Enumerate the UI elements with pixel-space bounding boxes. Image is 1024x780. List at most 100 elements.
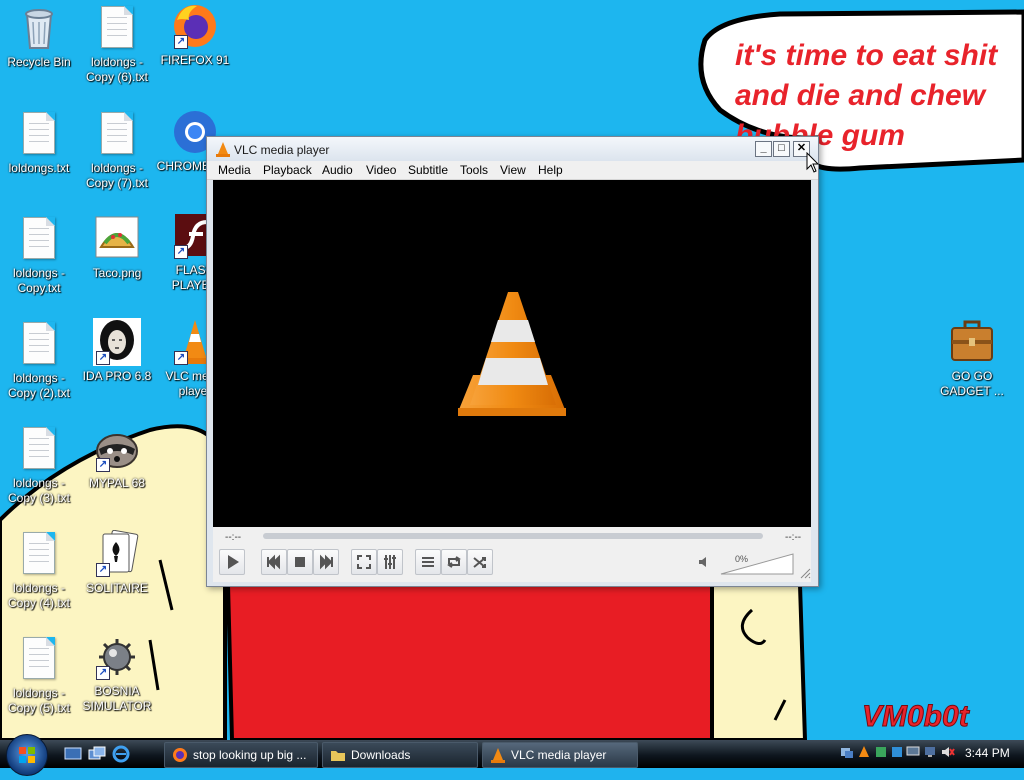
vlc-tray-icon[interactable]: [857, 745, 871, 759]
menu-subtitle[interactable]: Subtitle: [408, 163, 448, 177]
previous-icon: [267, 554, 280, 570]
desktop-icon-loldongs-copy[interactable]: loldongs - Copy.txt: [0, 215, 78, 296]
playback-controls: --:-- --:-- 0%: [213, 527, 811, 582]
equalizer-icon: [384, 555, 396, 569]
shortcut-arrow-icon: ↗: [174, 351, 188, 365]
taskbar-item-downloads[interactable]: Downloads: [322, 742, 478, 768]
desktop-icon-ida-pro[interactable]: ↗ IDA PRO 6.8: [78, 318, 156, 384]
briefcase-icon: [948, 318, 996, 366]
security-tray-icon[interactable]: [874, 745, 888, 759]
resize-grip-icon[interactable]: [799, 567, 811, 579]
shortcut-arrow-icon: ↗: [96, 563, 110, 577]
taskbar-item-vlc[interactable]: VLC media player: [482, 742, 638, 768]
image-file-icon: [93, 215, 141, 263]
windows-logo-icon: [19, 747, 35, 763]
volume-muted-tray-icon[interactable]: [941, 745, 955, 759]
clock[interactable]: 3:44 PM: [965, 746, 1010, 760]
icon-label: SOLITAIRE: [86, 581, 148, 595]
desktop-icon-loldongs-copy-7[interactable]: loldongs - Copy (7).txt: [78, 110, 156, 191]
menu-view[interactable]: View: [500, 163, 526, 177]
minesweeper-icon: ↗: [93, 633, 141, 681]
play-button[interactable]: [219, 549, 245, 575]
desktop-icon-solitaire[interactable]: ↗ SOLITAIRE: [78, 529, 156, 596]
time-elapsed: --:--: [225, 532, 242, 543]
desktop-icon-mypal[interactable]: ↗ MYPAL 68: [78, 425, 156, 491]
icon-label: Recycle Bin: [7, 55, 71, 69]
extended-settings-button[interactable]: [377, 549, 403, 575]
title-bar[interactable]: VLC media player _ □ ✕: [207, 137, 818, 161]
speaker-icon[interactable]: [697, 555, 711, 569]
desktop-icon-recycle-bin[interactable]: Recycle Bin: [0, 4, 78, 70]
stop-icon: [295, 557, 305, 567]
show-desktop-icon[interactable]: [64, 746, 82, 762]
loop-button[interactable]: [441, 549, 467, 575]
vlc-window[interactable]: VLC media player _ □ ✕ Media Playback Au…: [206, 136, 819, 587]
next-button[interactable]: [313, 549, 339, 575]
icon-label: loldongs - Copy (2).txt: [7, 371, 70, 400]
menu-help[interactable]: Help: [538, 163, 563, 177]
volume-slider[interactable]: [719, 552, 795, 576]
solitaire-icon: ↗: [93, 529, 141, 578]
text-file-icon: [15, 110, 63, 158]
desktop-icon-taco-png[interactable]: Taco.png: [78, 215, 156, 281]
icon-label: IDA PRO 6.8: [82, 369, 152, 383]
menu-video[interactable]: Video: [366, 163, 396, 177]
task-label: VLC media player: [511, 748, 607, 762]
desktop-icon-loldongs-txt[interactable]: loldongs.txt: [0, 110, 78, 176]
task-label: Downloads: [351, 748, 411, 762]
seek-bar[interactable]: [263, 533, 763, 539]
shortcut-arrow-icon: ↗: [174, 245, 188, 259]
menu-tools[interactable]: Tools: [460, 163, 488, 177]
start-button[interactable]: [6, 734, 48, 776]
firefox-icon: ↗: [171, 2, 219, 50]
icon-label: GO GO GADGET ...: [940, 369, 1004, 398]
icon-label: Taco.png: [92, 266, 142, 280]
desktop-icon-loldongs-copy-3[interactable]: loldongs - Copy (3).txt: [0, 425, 78, 506]
update-tray-icon[interactable]: [890, 745, 904, 759]
shortcut-arrow-icon: ↗: [96, 458, 110, 472]
wallpaper-signature: VM0b0t: [862, 700, 970, 734]
display-tray-icon[interactable]: [923, 745, 937, 759]
menu-media[interactable]: Media: [218, 163, 251, 177]
minimize-button[interactable]: _: [755, 141, 772, 157]
desktop-icon-loldongs-copy-5[interactable]: loldongs - Copy (5).txt: [0, 635, 78, 716]
internet-explorer-icon[interactable]: [112, 745, 130, 763]
stop-button[interactable]: [287, 549, 313, 575]
desktop-icon-bosnia-simulator[interactable]: ↗ BOSNIA SIMULATOR: [78, 633, 156, 714]
icon-label: loldongs - Copy (7).txt: [85, 161, 148, 190]
text-file-icon: [15, 530, 63, 578]
ida-pro-icon: ↗: [93, 318, 141, 366]
icon-label: loldongs - Copy (3).txt: [7, 476, 70, 505]
speech-line: and die and chew: [735, 79, 986, 112]
next-icon: [320, 554, 333, 570]
previous-button[interactable]: [261, 549, 287, 575]
desktop-icon-loldongs-copy-6[interactable]: loldongs - Copy (6).txt: [78, 4, 156, 85]
loop-icon: [447, 556, 461, 568]
taskbar-item-firefox[interactable]: stop looking up big ...: [164, 742, 318, 768]
menu-playback[interactable]: Playback: [263, 163, 312, 177]
desktop-icon-loldongs-copy-2[interactable]: loldongs - Copy (2).txt: [0, 320, 78, 401]
shortcut-arrow-icon: ↗: [96, 351, 110, 365]
playlist-button[interactable]: [415, 549, 441, 575]
desktop-icon-loldongs-copy-4[interactable]: loldongs - Copy (4).txt: [0, 530, 78, 611]
desktop-icon-firefox[interactable]: ↗ FIREFOX 91: [156, 2, 234, 68]
speech-line: it's time to eat shit: [735, 39, 998, 72]
shuffle-button[interactable]: [467, 549, 493, 575]
menu-audio[interactable]: Audio: [322, 163, 353, 177]
icon-label: loldongs - Copy (4).txt: [7, 581, 70, 610]
time-total: --:--: [785, 532, 802, 543]
desktop-icon-go-go-gadget[interactable]: GO GO GADGET ...: [933, 318, 1011, 399]
network-tray-icon[interactable]: [840, 745, 854, 759]
switch-windows-icon[interactable]: [88, 746, 106, 762]
taskbar: stop looking up big ... Downloads VLC me…: [0, 734, 1024, 776]
task-label: stop looking up big ...: [193, 748, 307, 762]
monitor-tray-icon[interactable]: [906, 745, 920, 759]
video-area[interactable]: [213, 180, 811, 527]
vlc-icon: [216, 142, 230, 157]
icon-label: FIREFOX 91: [160, 53, 230, 67]
shuffle-icon: [473, 557, 486, 568]
desktop: it's time to eat shit and die and chew b…: [0, 0, 1024, 740]
maximize-button[interactable]: □: [773, 141, 790, 157]
shortcut-arrow-icon: ↗: [174, 35, 188, 49]
fullscreen-button[interactable]: [351, 549, 377, 575]
